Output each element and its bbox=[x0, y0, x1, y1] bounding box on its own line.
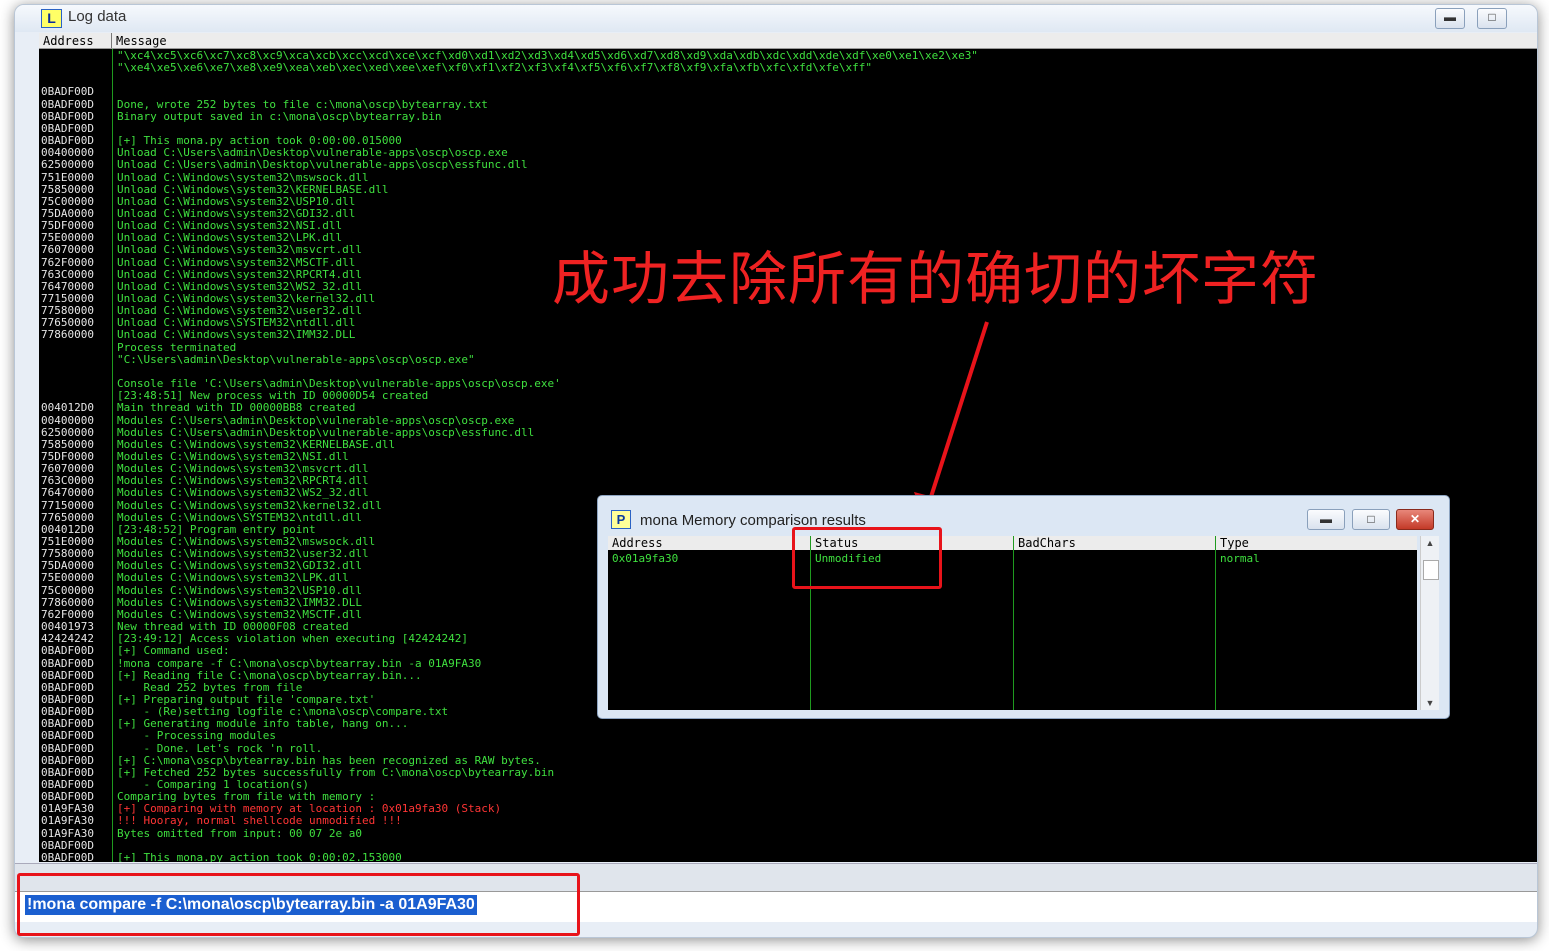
log-line-message: Done, wrote 252 bytes to file c:\mona\os… bbox=[117, 97, 488, 111]
log-line-message: Modules C:\Windows\system32\kernel32.dll bbox=[117, 498, 382, 512]
log-line-address: 0BADF00D bbox=[41, 668, 94, 682]
log-pane[interactable]: Address Message "\xc4\xc5\xc6\xc7\xc8\xc… bbox=[39, 33, 1537, 862]
window-title: Log data bbox=[68, 8, 127, 25]
log-line-message: [+] Command used: bbox=[117, 644, 230, 658]
log-line-address: 77150000 bbox=[41, 498, 94, 512]
row-address[interactable]: 0x01a9fa30 bbox=[612, 552, 678, 565]
log-line-address: 0BADF00D bbox=[41, 838, 94, 852]
log-line-address: 0BADF00D bbox=[41, 644, 94, 658]
log-line-address: 01A9FA30 bbox=[41, 826, 94, 840]
log-line-address: 75E00000 bbox=[41, 571, 94, 585]
log-line-address: 763C0000 bbox=[41, 267, 94, 281]
log-line-message: Process terminated bbox=[117, 340, 237, 354]
log-column-headers: Address Message bbox=[39, 33, 1537, 49]
log-line-message: !!! Hooray, normal shellcode unmodified … bbox=[117, 814, 402, 828]
log-line-message: "C:\Users\admin\Desktop\vulnerable-apps\… bbox=[117, 352, 475, 366]
log-line-message: Modules C:\Windows\system32\WS2_32.dll bbox=[117, 486, 369, 500]
log-line-message: Modules C:\Users\admin\Desktop\vulnerabl… bbox=[117, 425, 535, 439]
title-bar[interactable]: L Log data ▬ □ bbox=[15, 5, 1537, 32]
minimize-icon[interactable]: ▬ bbox=[1435, 8, 1465, 29]
log-line-message: Read 252 bytes from file bbox=[117, 680, 303, 694]
log-line-address: 0BADF00D bbox=[41, 753, 94, 767]
log-line-address: 77650000 bbox=[41, 510, 94, 524]
log-line-message: [+] This mona.py action took 0:00:02.153… bbox=[117, 850, 402, 862]
log-line-message: Modules C:\Windows\system32\IMM32.DLL bbox=[117, 595, 363, 609]
log-line-address: 77860000 bbox=[41, 595, 94, 609]
mona-app-icon: P bbox=[611, 510, 631, 529]
log-line-message: Unload C:\Windows\system32\KERNELBASE.dl… bbox=[117, 182, 389, 196]
column-address[interactable]: Address bbox=[43, 34, 94, 48]
log-line-message: - Processing modules bbox=[117, 729, 276, 743]
log-data-window: L Log data ▬ □ Address Message "\xc4\xc5… bbox=[14, 4, 1538, 938]
log-line-message: Modules C:\Windows\system32\KERNELBASE.d… bbox=[117, 437, 396, 451]
log-line-message: Unload C:\Windows\system32\mswsock.dll bbox=[117, 170, 369, 184]
maximize-icon[interactable]: □ bbox=[1477, 8, 1507, 29]
log-line-address: 76470000 bbox=[41, 486, 94, 500]
log-line-message: - Done. Let's rock 'n roll. bbox=[117, 741, 323, 755]
log-line-address: 75C00000 bbox=[41, 194, 94, 208]
log-line-message: [+] C:\mona\oscp\bytearray.bin has been … bbox=[117, 753, 541, 767]
status-highlight-box bbox=[792, 527, 942, 589]
log-line-address: 76070000 bbox=[41, 243, 94, 257]
header-address[interactable]: Address bbox=[612, 536, 663, 550]
command-highlight-box bbox=[17, 873, 580, 936]
column-message[interactable]: Message bbox=[116, 34, 167, 48]
mona-minimize-icon[interactable]: ▬ bbox=[1307, 509, 1345, 530]
log-line-address: 0BADF00D bbox=[41, 680, 94, 694]
log-line-message: Modules C:\Users\admin\Desktop\vulnerabl… bbox=[117, 413, 515, 427]
log-line-address: 00400000 bbox=[41, 413, 94, 427]
log-line-message: Main thread with ID 00000BB8 created bbox=[117, 401, 356, 415]
log-line-address: 75850000 bbox=[41, 437, 94, 451]
log-line-address: 0BADF00D bbox=[41, 656, 94, 670]
log-line-message: Unload C:\Windows\system32\IMM32.DLL bbox=[117, 328, 356, 342]
log-line-address: 0BADF00D bbox=[41, 109, 94, 123]
log-line-message: Bytes omitted from input: 00 07 2e a0 bbox=[117, 826, 363, 840]
results-scrollbar[interactable]: ▲ ▼ bbox=[1420, 536, 1439, 710]
log-line-message: "\xe4\xe5\xe6\xe7\xe8\xe9\xea\xeb\xec\xe… bbox=[117, 61, 872, 75]
scroll-thumb[interactable] bbox=[1423, 560, 1439, 580]
log-line-message: Unload C:\Windows\system32\msvcrt.dll bbox=[117, 243, 363, 257]
log-line-message: Unload C:\Windows\system32\MSCTF.dll bbox=[117, 255, 356, 269]
log-line-message: Modules C:\Windows\SYSTEM32\ntdll.dll bbox=[117, 510, 363, 524]
log-line-message: Modules C:\Windows\system32\USP10.dll bbox=[117, 583, 363, 597]
log-line-address: 75C00000 bbox=[41, 583, 94, 597]
scroll-down-icon[interactable]: ▼ bbox=[1421, 696, 1439, 710]
scroll-up-icon[interactable]: ▲ bbox=[1421, 536, 1439, 550]
annotation-text: 成功去除所有的确切的坏字符 bbox=[552, 245, 1320, 313]
log-line-message: Unload C:\Windows\system32\RPCRT4.dll bbox=[117, 267, 363, 281]
mona-comparison-window: P mona Memory comparison results ▬ □ ✕ A… bbox=[597, 495, 1450, 719]
log-line-message: Modules C:\Windows\system32\LPK.dll bbox=[117, 571, 349, 585]
log-line-address: 004012D0 bbox=[41, 401, 94, 415]
log-line-message: !mona compare -f C:\mona\oscp\bytearray.… bbox=[117, 656, 482, 670]
column-divider bbox=[112, 49, 113, 862]
header-type[interactable]: Type bbox=[1220, 536, 1249, 550]
log-line-address: 62500000 bbox=[41, 158, 94, 172]
log-line-address: 751E0000 bbox=[41, 170, 94, 184]
mona-maximize-icon[interactable]: □ bbox=[1352, 509, 1390, 530]
log-line-address: 0BADF00D bbox=[41, 741, 94, 755]
log-line-message: [+] Reading file C:\mona\oscp\bytearray.… bbox=[117, 668, 422, 682]
log-line-address: 0BADF00D bbox=[41, 97, 94, 111]
header-badchars[interactable]: BadChars bbox=[1018, 536, 1076, 550]
log-line-address: 0BADF00D bbox=[41, 729, 94, 743]
log-line-address: 62500000 bbox=[41, 425, 94, 439]
log-line-message: Binary output saved in c:\mona\oscp\byte… bbox=[117, 109, 442, 123]
app-icon: L bbox=[41, 9, 62, 28]
mona-close-icon[interactable]: ✕ bbox=[1396, 509, 1434, 530]
log-line-address: 0BADF00D bbox=[41, 85, 94, 99]
log-line-address: 01A9FA30 bbox=[41, 814, 94, 828]
log-line-address: 762F0000 bbox=[41, 255, 94, 269]
log-line-message: Unload C:\Windows\system32\USP10.dll bbox=[117, 194, 356, 208]
log-line-address: 75850000 bbox=[41, 182, 94, 196]
log-line-address: 77860000 bbox=[41, 328, 94, 342]
comparison-results-table[interactable]: Address Status BadChars Type 0x01a9fa30 … bbox=[608, 536, 1417, 710]
log-line-message: Unload C:\Users\admin\Desktop\vulnerable… bbox=[117, 158, 528, 172]
row-type[interactable]: normal bbox=[1220, 552, 1260, 565]
log-line-address: 0BADF00D bbox=[41, 850, 94, 862]
